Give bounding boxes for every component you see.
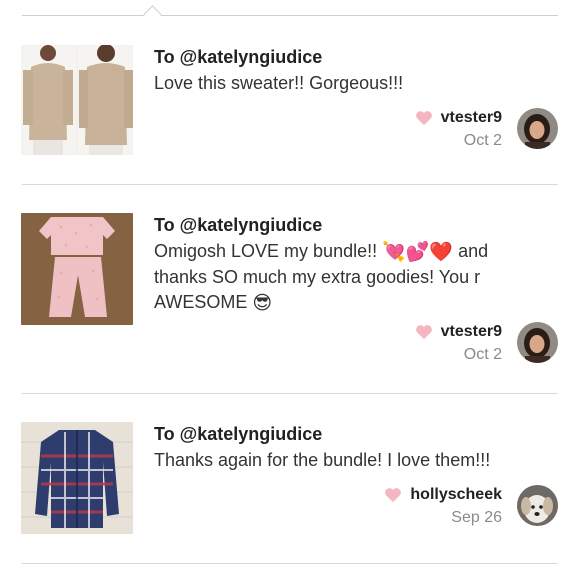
sender-username[interactable]: vtester9 xyxy=(441,109,502,127)
sweater-photo-icon xyxy=(21,45,133,155)
top-divider xyxy=(22,15,558,16)
plaid-shirt-photo-icon xyxy=(21,422,133,534)
pajama-set-photo-icon xyxy=(21,213,133,325)
tab-pointer xyxy=(143,5,162,24)
sender-avatar[interactable] xyxy=(517,108,558,149)
dog-portrait-icon xyxy=(517,485,558,526)
recipient-line[interactable]: To @katelyngiudice xyxy=(154,45,554,69)
heart-icon[interactable] xyxy=(415,324,433,340)
sender-avatar[interactable] xyxy=(517,485,558,526)
listing-thumbnail[interactable] xyxy=(21,213,133,325)
sender-avatar[interactable] xyxy=(517,322,558,363)
sender-username[interactable]: hollyscheek xyxy=(410,486,502,504)
sender-username[interactable]: vtester9 xyxy=(441,323,502,341)
note-divider xyxy=(22,563,558,564)
note-message: Love this sweater!! Gorgeous!!! xyxy=(154,73,404,93)
recipient-line[interactable]: To @katelyngiudice xyxy=(154,213,554,237)
note-date: Oct 2 xyxy=(463,346,502,363)
heart-emojis: 💘💕❤️ xyxy=(382,242,454,263)
sunglasses-emoji: 😎 xyxy=(252,293,273,314)
heart-icon[interactable] xyxy=(415,110,433,126)
listing-thumbnail[interactable] xyxy=(21,422,133,534)
heart-icon[interactable] xyxy=(384,487,402,503)
note-date: Oct 2 xyxy=(463,132,502,149)
note-divider xyxy=(22,393,558,394)
note-date: Sep 26 xyxy=(451,509,502,526)
note-message: Thanks again for the bundle! I love them… xyxy=(154,450,491,470)
woman-portrait-icon xyxy=(517,322,558,363)
woman-portrait-icon xyxy=(517,108,558,149)
listing-thumbnail[interactable] xyxy=(21,45,133,155)
note-message: Omigosh LOVE my bundle!! 💘💕❤️ and thanks… xyxy=(154,241,489,314)
note-divider xyxy=(22,184,558,185)
recipient-line[interactable]: To @katelyngiudice xyxy=(154,422,554,446)
